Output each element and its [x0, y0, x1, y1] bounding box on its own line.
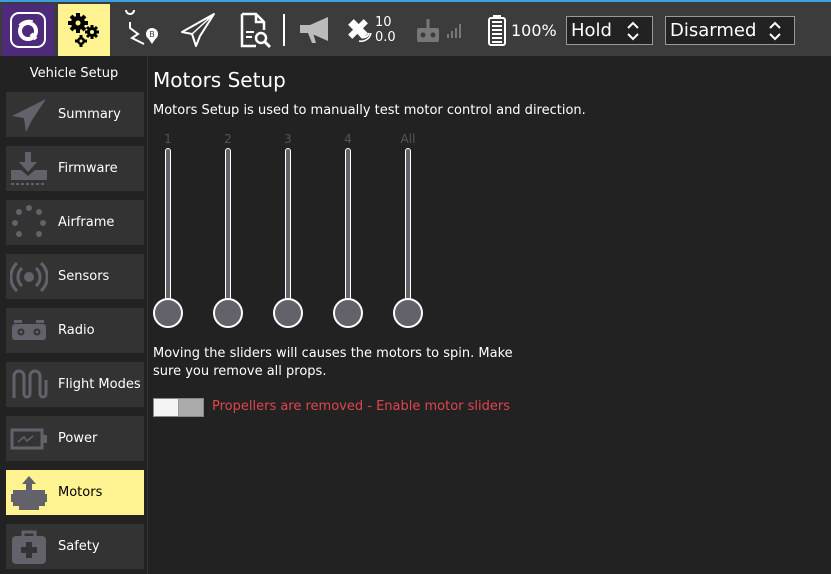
- motor-slider-4[interactable]: 4: [333, 132, 363, 328]
- switch-thumb[interactable]: [154, 399, 179, 416]
- slider-handle[interactable]: [153, 298, 183, 328]
- sidebar-item-label: Flight Modes: [58, 377, 141, 392]
- toolbar-separator: [283, 14, 285, 46]
- sidebar-item-flight-modes[interactable]: Flight Modes: [6, 362, 144, 407]
- document-search-icon: [240, 12, 272, 49]
- sidebar-item-safety[interactable]: Safety: [6, 524, 144, 569]
- motor-slider-label: 3: [284, 132, 292, 146]
- sidebar-title: Vehicle Setup: [29, 66, 119, 81]
- gps-hdop: 0.0: [375, 30, 396, 45]
- enable-sliders-switch[interactable]: [153, 398, 204, 417]
- sidebar-item-firmware[interactable]: Firmware: [6, 146, 144, 191]
- motor-warning-text: Moving the sliders will causes the motor…: [153, 346, 513, 379]
- sidebar-item-summary[interactable]: Summary: [6, 92, 144, 137]
- flight-mode-value: Hold: [571, 20, 612, 41]
- arm-state-value: Disarmed: [670, 20, 757, 41]
- updown-chevron-icon: [627, 21, 639, 41]
- battery-percent: 100%: [511, 20, 557, 40]
- motor-slider-2[interactable]: 2: [213, 132, 243, 328]
- megaphone-icon: [300, 17, 328, 43]
- enable-sliders-label[interactable]: Propellers are removed - Enable motor sl…: [212, 399, 510, 414]
- flight-mode-select[interactable]: Hold: [566, 16, 653, 45]
- battery-icon: [488, 15, 506, 46]
- motor-slider-label: 2: [224, 132, 232, 146]
- messages-indicator[interactable]: [300, 4, 334, 56]
- setup-sidebar: Vehicle Setup Summary Firmware Airframe …: [0, 56, 148, 574]
- qgc-logo-icon: [10, 12, 46, 48]
- arm-state-select[interactable]: Disarmed: [665, 16, 795, 45]
- motor-slider-3[interactable]: 3: [273, 132, 303, 328]
- safety-icon: [12, 530, 46, 564]
- sidebar-item-label: Safety: [58, 539, 100, 554]
- rc-rssi-indicator[interactable]: [415, 4, 465, 56]
- slider-handle[interactable]: [273, 298, 303, 328]
- analyze-button[interactable]: [228, 4, 280, 56]
- slider-handle[interactable]: [333, 298, 363, 328]
- motors-icon: [11, 475, 47, 510]
- page-description: Motors Setup is used to manually test mo…: [153, 103, 586, 118]
- sidebar-item-power[interactable]: Power: [6, 416, 144, 461]
- rc-transmitter-icon: [417, 19, 439, 42]
- slider-track[interactable]: [345, 148, 351, 314]
- sidebar-item-label: Power: [58, 431, 98, 446]
- fly-button[interactable]: [172, 4, 224, 56]
- signal-strength-icon: [447, 24, 461, 38]
- svg-text:B: B: [149, 30, 155, 39]
- sidebar-item-airframe[interactable]: Airframe: [6, 200, 144, 245]
- toolbar: B 10 0.0 100% Hold Disarmed: [0, 0, 831, 56]
- slider-handle[interactable]: [213, 298, 243, 328]
- flight-modes-icon: [12, 369, 48, 398]
- sidebar-item-sensors[interactable]: Sensors: [6, 254, 144, 299]
- sidebar-item-radio[interactable]: Radio: [6, 308, 144, 353]
- gears-icon: [68, 13, 99, 47]
- updown-chevron-icon: [769, 21, 781, 41]
- power-icon: [10, 428, 47, 449]
- plan-button[interactable]: B: [116, 4, 168, 56]
- sidebar-item-label: Firmware: [58, 161, 118, 176]
- plan-route-icon: B: [125, 10, 158, 45]
- gps-indicator[interactable]: 10 0.0: [345, 4, 396, 56]
- app-logo-button[interactable]: [2, 4, 54, 56]
- slider-track[interactable]: [285, 148, 291, 314]
- motor-slider-1[interactable]: 1: [153, 132, 183, 328]
- slider-track[interactable]: [405, 148, 411, 314]
- paper-plane-icon: [181, 13, 215, 47]
- page-title: Motors Setup: [153, 68, 286, 92]
- slider-track[interactable]: [225, 148, 231, 314]
- sidebar-item-label: Radio: [58, 323, 95, 338]
- radio-icon: [12, 319, 46, 340]
- sidebar-item-label: Airframe: [58, 215, 115, 230]
- vehicle-setup-button[interactable]: [58, 4, 110, 56]
- slider-track[interactable]: [165, 148, 171, 314]
- battery-indicator[interactable]: 100%: [487, 4, 557, 56]
- sidebar-item-label: Sensors: [58, 269, 110, 284]
- sidebar-item-motors[interactable]: Motors: [6, 470, 144, 515]
- sidebar-item-label: Summary: [58, 107, 121, 122]
- sidebar-item-label: Motors: [58, 485, 103, 500]
- slider-handle[interactable]: [393, 298, 423, 328]
- motor-slider-label: 1: [164, 132, 172, 146]
- download-icon: [11, 151, 47, 185]
- airframe-icon: [12, 204, 46, 237]
- paper-plane-icon: [12, 98, 46, 132]
- motor-slider-label: 4: [344, 132, 352, 146]
- sensors-icon: [10, 261, 48, 292]
- gps-satellite-count: 10: [375, 15, 392, 30]
- satellite-icon: [348, 19, 372, 42]
- motor-slider-all[interactable]: All: [393, 132, 423, 328]
- motor-slider-label: All: [400, 132, 416, 146]
